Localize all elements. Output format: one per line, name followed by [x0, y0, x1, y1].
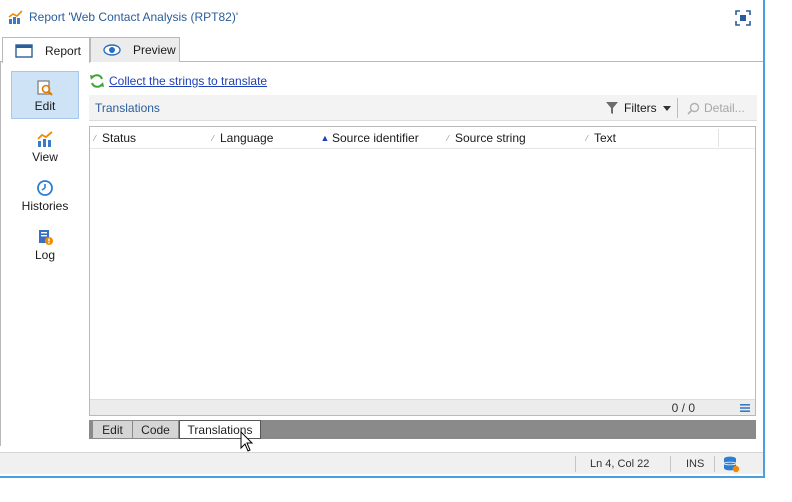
- nav-item-histories-label: Histories: [21, 199, 69, 213]
- bottom-tabstrip: Edit Code Translations: [89, 420, 756, 439]
- detail-label: Detail...: [704, 101, 745, 115]
- refresh-icon[interactable]: [89, 73, 105, 89]
- report-window: Report 'Web Contact Analysis (RPT82)' Re…: [0, 0, 765, 478]
- column-header-source-identifier-label: Source identifier: [332, 131, 419, 145]
- left-navigation: Edit View Histories Log: [9, 68, 79, 446]
- grid-header: ⁄ Status ⁄ Language ▲ Source identifier …: [90, 127, 755, 149]
- tab-report-label: Report: [45, 43, 82, 58]
- sort-neutral-icon: ⁄: [447, 133, 449, 143]
- filters-button[interactable]: Filters: [605, 99, 671, 117]
- translations-panel: Collect the strings to translate Transla…: [87, 62, 759, 446]
- column-header-source-string-label: Source string: [455, 131, 526, 145]
- column-header-language-label: Language: [220, 131, 274, 145]
- clock-history-icon: [37, 180, 53, 196]
- column-header-language[interactable]: ⁄ Language: [208, 127, 320, 149]
- eye-icon: [103, 44, 121, 56]
- maximize-icon[interactable]: [734, 9, 752, 27]
- column-divider[interactable]: [718, 129, 719, 147]
- tab-preview[interactable]: Preview: [90, 37, 180, 62]
- cursor-position: Ln 4, Col 22: [590, 458, 650, 470]
- toolbar-divider: [677, 98, 678, 118]
- grid-footer: 0 / 0: [90, 399, 755, 415]
- database-icon[interactable]: [722, 455, 740, 473]
- toolbar-title: Translations: [95, 101, 160, 115]
- tab-preview-label: Preview: [133, 43, 176, 57]
- column-header-text-label: Text: [594, 131, 617, 145]
- status-divider: [575, 456, 576, 472]
- search-icon: [687, 102, 700, 115]
- nav-item-edit[interactable]: Edit: [11, 71, 79, 119]
- bottom-tab-edit-label: Edit: [102, 422, 123, 437]
- column-header-source-string[interactable]: ⁄ Source string: [443, 127, 581, 149]
- column-header-status-label: Status: [102, 131, 137, 145]
- collect-strings-row: Collect the strings to translate: [89, 72, 267, 90]
- status-divider: [714, 456, 715, 472]
- record-count: 0 / 0: [671, 401, 695, 415]
- nav-item-log[interactable]: Log: [11, 221, 79, 269]
- report-window-icon: [15, 43, 33, 58]
- filters-label: Filters: [624, 101, 657, 115]
- sort-neutral-icon: ⁄: [586, 133, 588, 143]
- title-bar: Report 'Web Contact Analysis (RPT82)': [0, 0, 763, 35]
- translations-toolbar: Translations Filters Detail...: [89, 95, 757, 121]
- translations-grid: ⁄ Status ⁄ Language ▲ Source identifier …: [89, 126, 756, 416]
- column-header-source-identifier[interactable]: ▲ Source identifier: [320, 127, 444, 149]
- log-warning-icon: [39, 230, 53, 245]
- column-header-text[interactable]: ⁄ Text: [582, 127, 718, 149]
- report-chart-icon: [8, 10, 23, 24]
- bottom-tab-translations[interactable]: Translations: [179, 420, 261, 439]
- list-menu-icon[interactable]: [739, 402, 751, 414]
- sort-neutral-icon: ⁄: [212, 133, 214, 143]
- tab-report[interactable]: Report: [2, 37, 90, 63]
- nav-item-histories[interactable]: Histories: [11, 172, 79, 220]
- bottom-tab-translations-label: Translations: [187, 422, 253, 437]
- editor-content: Edit View Histories Log Collect the stri…: [0, 62, 763, 446]
- sort-neutral-icon: ⁄: [94, 133, 96, 143]
- window-title: Report 'Web Contact Analysis (RPT82)': [29, 10, 239, 24]
- sort-ascending-icon: ▲: [320, 133, 330, 143]
- nav-item-edit-label: Edit: [34, 99, 56, 113]
- status-bar: Ln 4, Col 22 INS: [0, 452, 763, 474]
- editor-tabstrip: Report Preview: [0, 36, 763, 63]
- bottom-tab-code[interactable]: Code: [133, 421, 179, 438]
- chevron-down-icon: [662, 105, 671, 111]
- bottom-tab-edit[interactable]: Edit: [93, 421, 133, 438]
- chart-view-icon: [37, 131, 53, 147]
- status-divider: [670, 456, 671, 472]
- detail-button[interactable]: Detail...: [687, 99, 745, 117]
- funnel-icon: [606, 102, 618, 114]
- nav-item-view[interactable]: View: [11, 123, 79, 171]
- column-header-status[interactable]: ⁄ Status: [90, 127, 208, 149]
- nav-item-log-label: Log: [34, 248, 56, 262]
- nav-item-view-label: View: [32, 150, 58, 164]
- bottom-tab-code-label: Code: [141, 422, 170, 437]
- collect-strings-link[interactable]: Collect the strings to translate: [109, 74, 267, 88]
- insert-mode: INS: [686, 458, 705, 470]
- edit-magnifier-icon: [37, 80, 53, 96]
